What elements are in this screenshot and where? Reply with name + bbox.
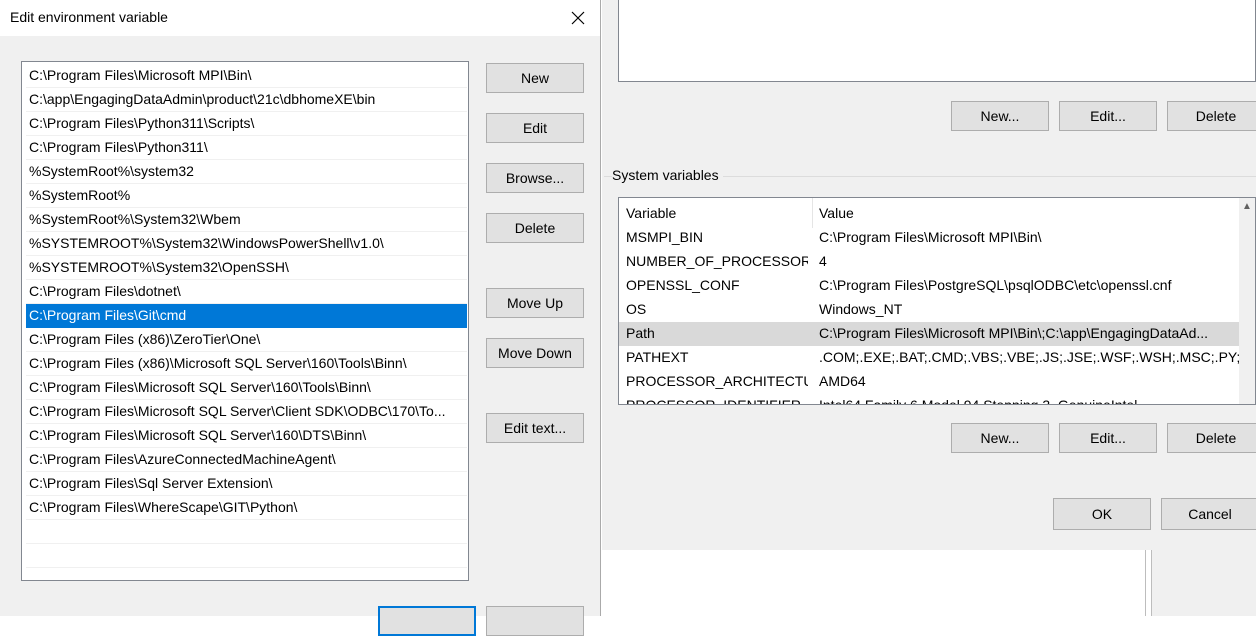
system-variable-row[interactable]: PROCESSOR_ARCHITECTU... AMD64 — [619, 370, 1241, 394]
variable-value: 4 — [819, 253, 827, 269]
empty-path-entry[interactable] — [26, 520, 467, 544]
path-entry[interactable]: C:\Program Files\dotnet\ — [26, 280, 467, 304]
user-edit-button[interactable]: Edit... — [1059, 101, 1157, 131]
path-entries-list[interactable]: C:\Program Files\Microsoft MPI\Bin\ C:\ap… — [21, 61, 469, 581]
dialog-ok-button[interactable] — [378, 606, 476, 636]
variable-value: C:\Program Files\Microsoft MPI\Bin\;C:\a… — [819, 325, 1209, 341]
variable-name: PATHEXT — [626, 349, 689, 365]
variable-name: MSMPI_BIN — [626, 229, 704, 245]
browse-button[interactable]: Browse... — [486, 163, 584, 193]
variable-name: OPENSSL_CONF — [626, 277, 740, 293]
user-variables-list[interactable] — [618, 0, 1256, 82]
variable-value: Windows_NT — [819, 301, 903, 317]
path-entry[interactable]: C:\Program Files (x86)\ZeroTier\One\ — [26, 328, 467, 352]
variable-value: Intel64 Family 6 Model 94 Stepping 3, Ge… — [819, 397, 1138, 405]
path-entry[interactable]: C:\Program Files\Sql Server Extension\ — [26, 472, 467, 496]
variable-column-header[interactable]: Variable — [626, 205, 676, 221]
path-entry[interactable]: C:\Program Files\Microsoft SQL Server\Cl… — [26, 400, 467, 424]
user-new-button[interactable]: New... — [951, 101, 1049, 131]
edit-environment-variable-dialog: Edit environment variable C:\Program Fil… — [0, 0, 601, 636]
system-variable-row[interactable]: OPENSSL_CONF C:\Program Files\PostgreSQL\… — [619, 274, 1241, 298]
path-entry[interactable]: C:\Program Files (x86)\Microsoft SQL Ser… — [26, 352, 467, 376]
path-entry[interactable]: C:\app\EngagingDataAdmin\product\21c\dbh… — [26, 88, 467, 112]
system-variable-row[interactable]: NUMBER_OF_PROCESSORS 4 — [619, 250, 1241, 274]
variable-name: PROCESSOR_IDENTIFIER — [626, 397, 802, 405]
path-entry[interactable]: %SystemRoot% — [26, 184, 467, 208]
edit-button[interactable]: Edit — [486, 113, 584, 143]
system-variables-label: System variables — [612, 167, 723, 183]
variable-name: Path — [626, 325, 655, 341]
system-variable-row[interactable]: Path C:\Program Files\Microsoft MPI\Bin\;… — [619, 322, 1241, 346]
variable-value: C:\Program Files\Microsoft MPI\Bin\ — [819, 229, 1042, 245]
variable-name: OS — [626, 301, 647, 317]
path-entry[interactable]: C:\Program Files\AzureConnectedMachineAg… — [26, 448, 467, 472]
column-separator[interactable] — [812, 198, 813, 228]
system-variable-row[interactable]: MSMPI_BIN C:\Program Files\Microsoft MPI\… — [619, 226, 1241, 250]
move-up-button[interactable]: Move Up — [486, 288, 584, 318]
system-variable-row[interactable]: PATHEXT .COM;.EXE;.BAT;.CMD;.VBS;.VBE;.JS… — [619, 346, 1241, 370]
variable-value: C:\Program Files\PostgreSQL\psqlODBC\etc… — [819, 277, 1172, 293]
window-edge — [1152, 550, 1256, 616]
system-variables-table[interactable]: Variable Value MSMPI_BIN C:\Program Files… — [618, 197, 1256, 405]
table-header: Variable Value — [619, 198, 1255, 228]
edit-text-button[interactable]: Edit text... — [486, 413, 584, 443]
path-entry[interactable]: C:\Program Files\Python311\ — [26, 136, 467, 160]
dialog-title: Edit environment variable — [10, 9, 168, 25]
dialog-cancel-button[interactable] — [486, 606, 584, 636]
system-new-button[interactable]: New... — [951, 423, 1049, 453]
variable-value: .COM;.EXE;.BAT;.CMD;.VBS;.VBE;.JS;.JSE;.… — [819, 349, 1239, 365]
system-edit-button[interactable]: Edit... — [1059, 423, 1157, 453]
path-entry[interactable]: %SystemRoot%\System32\Wbem — [26, 208, 467, 232]
empty-path-entry[interactable] — [26, 544, 467, 568]
path-entry[interactable]: C:\Program Files\Microsoft SQL Server\16… — [26, 424, 467, 448]
system-variable-row[interactable]: PROCESSOR_IDENTIFIER Intel64 Family 6 Mod… — [619, 394, 1241, 405]
path-entry[interactable]: C:\Program Files\Git\cmd — [26, 304, 467, 328]
title-bar[interactable]: Edit environment variable — [0, 0, 600, 36]
system-variable-row[interactable]: OS Windows_NT — [619, 298, 1241, 322]
path-entry[interactable]: %SystemRoot%\system32 — [26, 160, 467, 184]
path-entry[interactable]: %SYSTEMROOT%\System32\WindowsPowerShell\… — [26, 232, 467, 256]
ok-button[interactable]: OK — [1053, 498, 1151, 530]
system-variables-scrollbar[interactable]: ▲ — [1239, 198, 1255, 404]
path-entry[interactable]: C:\Program Files\Microsoft SQL Server\16… — [26, 376, 467, 400]
system-delete-button[interactable]: Delete — [1167, 423, 1256, 453]
close-button[interactable] — [556, 0, 600, 36]
delete-button[interactable]: Delete — [486, 213, 584, 243]
path-entry[interactable]: C:\Program Files\Python311\Scripts\ — [26, 112, 467, 136]
variable-name: NUMBER_OF_PROCESSORS — [626, 253, 808, 269]
close-icon — [571, 11, 585, 25]
path-entry[interactable]: C:\Program Files\Microsoft MPI\Bin\ — [26, 64, 467, 88]
variable-name: PROCESSOR_ARCHITECTU... — [626, 373, 808, 389]
new-button[interactable]: New — [486, 63, 584, 93]
variable-value: AMD64 — [819, 373, 866, 389]
user-delete-button[interactable]: Delete — [1167, 101, 1256, 131]
path-entry[interactable]: %SYSTEMROOT%\System32\OpenSSH\ — [26, 256, 467, 280]
cancel-button[interactable]: Cancel — [1161, 498, 1256, 530]
path-entry[interactable]: C:\Program Files\WhereScape\GIT\Python\ — [26, 496, 467, 520]
move-down-button[interactable]: Move Down — [486, 338, 584, 368]
value-column-header[interactable]: Value — [819, 205, 854, 221]
window-behind-area — [602, 550, 1256, 616]
environment-variables-window: New... Edit... Delete System variables V… — [602, 0, 1256, 616]
divider — [1145, 550, 1146, 616]
scroll-up-icon[interactable]: ▲ — [1241, 201, 1253, 213]
